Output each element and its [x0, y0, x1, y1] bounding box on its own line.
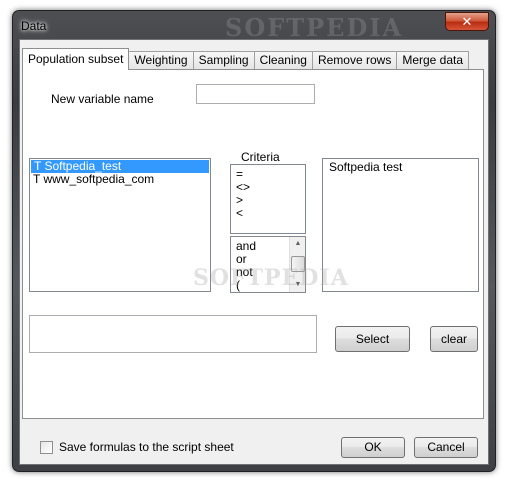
new-variable-input[interactable] [196, 84, 315, 104]
tab-merge-data[interactable]: Merge data [396, 51, 470, 70]
criteria-operator-list[interactable]: = <> > < [230, 164, 306, 234]
select-button[interactable]: Select [335, 326, 410, 352]
close-icon: ✕ [461, 13, 473, 29]
tab-strip: Population subset Weighting Sampling Cle… [22, 48, 470, 70]
save-formulas-option[interactable]: Save formulas to the script sheet [40, 440, 234, 454]
tab-cleaning[interactable]: Cleaning [253, 51, 313, 70]
cancel-button[interactable]: Cancel [414, 437, 478, 458]
save-formulas-label: Save formulas to the script sheet [59, 440, 234, 454]
tab-sampling[interactable]: Sampling [192, 51, 255, 70]
window-title: Data [21, 19, 47, 33]
clear-button[interactable]: clear [430, 326, 478, 352]
close-button[interactable]: ✕ [445, 12, 489, 31]
list-item[interactable]: < [231, 207, 305, 220]
ok-button[interactable]: OK [341, 437, 405, 458]
population-subset-panel: New variable name T Softpedia_test T www… [22, 69, 484, 419]
save-formulas-checkbox[interactable] [40, 440, 53, 454]
list-item[interactable]: Softpedia test [326, 161, 475, 174]
title-bar[interactable]: Data SOFTPEDIA ✕ [13, 11, 495, 42]
titlebar-watermark: SOFTPEDIA [225, 13, 404, 42]
tab-remove-rows[interactable]: Remove rows [311, 51, 398, 70]
variable-list[interactable]: T Softpedia_test T www_softpedia_com [29, 158, 211, 292]
formula-textarea[interactable] [29, 315, 317, 353]
center-watermark: SOFTPEDIA [193, 265, 349, 291]
dialog-client-area: Population subset Weighting Sampling Cle… [19, 39, 489, 465]
chevron-up-icon[interactable]: ▲ [290, 237, 305, 251]
criteria-label: Criteria [241, 150, 280, 164]
new-variable-label: New variable name [51, 92, 154, 106]
data-dialog-window: Data SOFTPEDIA ✕ Population subset Weigh… [12, 10, 496, 472]
list-item[interactable]: T www_softpedia_com [30, 173, 210, 186]
tab-weighting[interactable]: Weighting [128, 51, 194, 70]
tab-population-subset[interactable]: Population subset [22, 48, 130, 70]
